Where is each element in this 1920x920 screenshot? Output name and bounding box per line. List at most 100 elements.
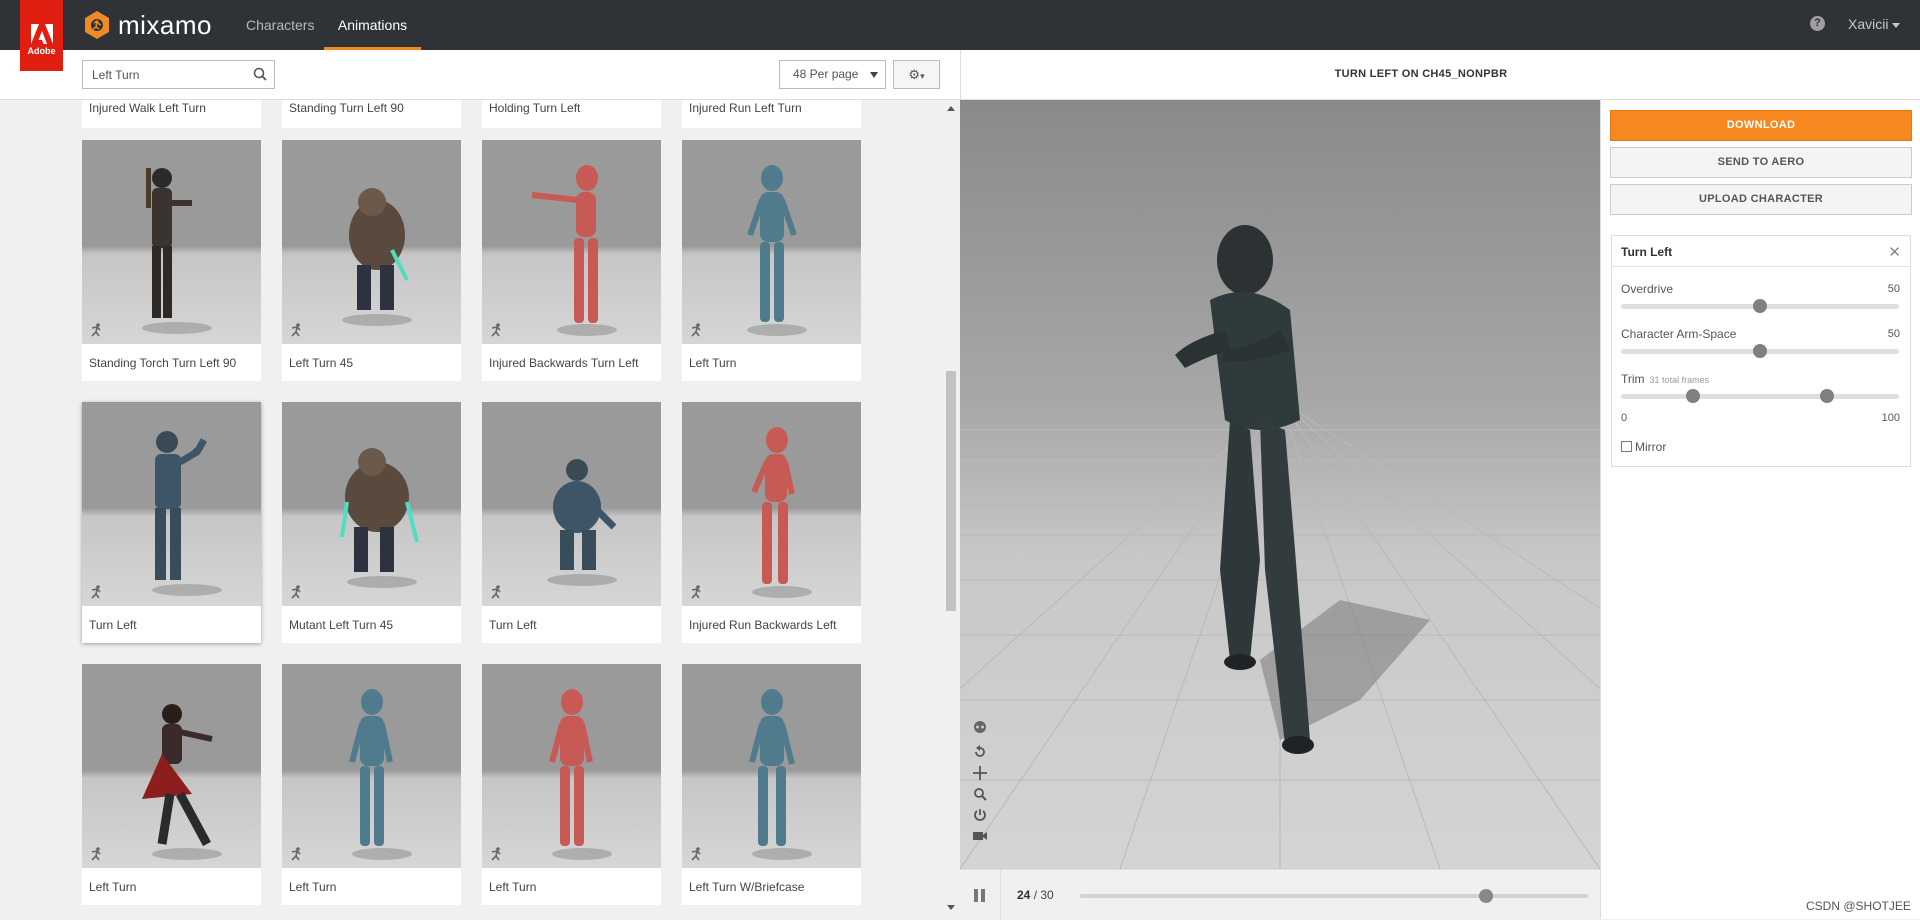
search-input[interactable] <box>83 61 243 88</box>
per-page-value: 48 Per page <box>793 67 859 81</box>
animation-thumbnail <box>482 664 661 868</box>
animation-card[interactable]: Left Turn <box>482 664 661 905</box>
animation-card[interactable]: Holding Turn Left <box>482 100 661 128</box>
reset-view-icon[interactable] <box>972 744 988 760</box>
settings-button[interactable]: ⚙▾ <box>893 60 940 89</box>
brand-name: mixamo <box>118 9 213 40</box>
scroll-down-arrow-icon[interactable] <box>947 905 955 910</box>
arm-space-value: 50 <box>1887 328 1900 340</box>
chevron-down-icon <box>1892 22 1901 28</box>
animation-thumbnail <box>82 402 261 606</box>
viewer-header: TURN LEFT ON CH45_NONPBR <box>960 50 1920 100</box>
pause-icon[interactable] <box>974 889 986 902</box>
running-icon <box>491 585 501 599</box>
overdrive-value: 50 <box>1887 283 1900 295</box>
animation-card-label: Mutant Left Turn 45 <box>289 618 394 632</box>
gear-icon: ⚙ <box>908 67 921 82</box>
animation-grid: Injured Walk Left Turn Standing Turn Lef… <box>0 50 950 919</box>
animation-thumbnail <box>682 664 861 868</box>
camera-icon[interactable] <box>972 828 988 844</box>
overdrive-knob[interactable] <box>1753 299 1767 313</box>
animation-card-label: Left Turn 45 <box>289 356 354 370</box>
floor-grid <box>960 225 1600 869</box>
animation-card[interactable]: Left Turn W/Briefcase <box>682 664 861 905</box>
trim-start-knob[interactable] <box>1686 389 1701 403</box>
scrollbar-thumb[interactable] <box>946 371 956 611</box>
animation-thumbnail <box>282 664 461 868</box>
character-figure <box>749 689 812 860</box>
send-to-aero-button[interactable]: SEND TO AERO <box>1610 147 1912 178</box>
close-icon[interactable]: ✕ <box>1888 243 1901 261</box>
adobe-badge[interactable]: Adobe <box>20 0 63 71</box>
help-icon[interactable]: ? <box>1810 16 1825 31</box>
running-icon <box>291 323 301 337</box>
character-figure <box>751 427 812 598</box>
running-icon <box>91 585 101 599</box>
animation-card[interactable]: Left Turn <box>82 664 261 905</box>
arm-space-slider[interactable] <box>1621 344 1899 358</box>
power-icon[interactable] <box>972 807 988 823</box>
trim-end-knob[interactable] <box>1819 389 1834 403</box>
trim-slider[interactable] <box>1621 389 1899 403</box>
animation-card-label: Injured Run Left Turn <box>689 101 802 115</box>
search-box[interactable] <box>82 60 275 89</box>
animation-card[interactable]: Mutant Left Turn 45 <box>282 402 461 643</box>
overdrive-slider[interactable] <box>1621 299 1899 313</box>
adobe-label: Adobe <box>27 46 56 56</box>
download-button[interactable]: DOWNLOAD <box>1610 110 1912 141</box>
animation-card-label: Injured Walk Left Turn <box>89 101 206 115</box>
animation-card-label: Turn Left <box>489 618 537 632</box>
running-icon <box>91 847 101 861</box>
nav-tab-characters[interactable]: Characters <box>246 0 314 50</box>
animation-card[interactable]: Injured Run Backwards Left <box>682 402 861 643</box>
animation-card[interactable]: Turn Left <box>482 402 661 643</box>
per-page-select[interactable]: 48 Per page <box>779 60 886 89</box>
animation-thumbnail <box>82 664 261 868</box>
zoom-icon[interactable] <box>972 786 988 802</box>
character-model <box>1175 225 1314 754</box>
browser-toolbar: 48 Per page ⚙▾ <box>0 50 960 100</box>
timeline-knob[interactable] <box>1479 889 1494 903</box>
upload-character-button[interactable]: UPLOAD CHARACTER <box>1610 184 1912 215</box>
timeline-slider[interactable] <box>1080 889 1588 903</box>
animation-card[interactable]: Left Turn <box>282 664 461 905</box>
arm-space-label: Character Arm-Space <box>1621 327 1737 341</box>
animation-thumbnail <box>282 402 461 606</box>
arm-space-knob[interactable] <box>1753 344 1767 358</box>
user-menu[interactable]: Xavicii <box>1848 16 1901 32</box>
animation-card[interactable]: Left Turn <box>682 140 861 381</box>
mirror-checkbox[interactable]: Mirror <box>1621 440 1666 454</box>
pan-icon[interactable] <box>972 765 988 781</box>
animation-card[interactable]: Standing Turn Left 90 <box>282 100 461 128</box>
animation-card[interactable]: Injured Backwards Turn Left <box>482 140 661 381</box>
3d-viewport[interactable] <box>960 100 1600 869</box>
animation-card[interactable]: Left Turn 45 <box>282 140 461 381</box>
chevron-down-icon <box>870 72 878 78</box>
animation-card[interactable]: Standing Torch Turn Left 90 <box>82 140 261 381</box>
trim-label: Trim 31 total frames <box>1621 372 1709 386</box>
nav-tab-animations[interactable]: Animations <box>324 0 421 50</box>
animation-card-label: Turn Left <box>89 618 137 632</box>
animation-card-label: Injured Run Backwards Left <box>689 618 837 632</box>
animation-card[interactable]: Injured Run Left Turn <box>682 100 861 128</box>
mixamo-logo[interactable]: mixamo <box>82 10 212 40</box>
scroll-up-arrow-icon[interactable] <box>947 106 955 111</box>
animation-card-label: Left Turn <box>489 880 537 894</box>
animation-thumbnail <box>482 140 661 344</box>
trim-min: 0 <box>1621 412 1628 424</box>
checkbox-icon[interactable] <box>1621 441 1632 452</box>
animation-card-label: Left Turn <box>289 880 337 894</box>
animation-card-label: Injured Backwards Turn Left <box>489 356 639 370</box>
animation-card-label: Standing Turn Left 90 <box>289 101 404 115</box>
animation-card[interactable]: Injured Walk Left Turn <box>82 100 261 128</box>
skeleton-icon[interactable] <box>972 720 988 736</box>
watermark: CSDN @SHOTJEE <box>1806 899 1911 913</box>
playback-bar: 24 / 30 <box>960 869 1600 920</box>
running-icon <box>291 585 301 599</box>
animation-card-label: Holding Turn Left <box>489 101 581 115</box>
character-figure <box>349 689 412 860</box>
character-figure <box>152 431 222 596</box>
animation-card-selected[interactable]: Turn Left <box>82 402 261 643</box>
animation-card-label: Left Turn W/Briefcase <box>689 880 805 894</box>
search-icon[interactable] <box>253 67 267 81</box>
